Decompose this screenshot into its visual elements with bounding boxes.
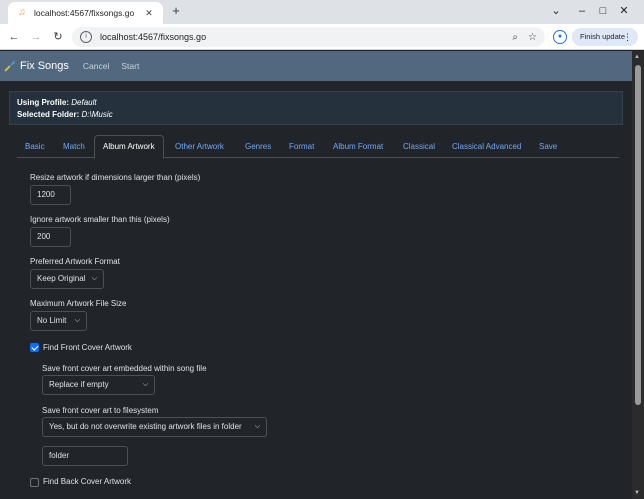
embed-select-value: Replace if empty [49,380,109,389]
folder-line: Selected Folder: D:\Music [17,109,615,121]
filesystem-select-value: Yes, but do not overwrite existing artwo… [49,422,242,431]
brand-name: Fix Songs [20,60,69,72]
selection-info: Using Profile: Default Selected Folder: … [9,91,623,125]
browser-tab-strip: ♫ localhost:4567/fixsongs.go ✕ + ⌄ – □ ✕ [0,0,644,24]
chevron-down-icon: ⌵ [91,275,97,282]
tab-classical[interactable]: Classical [403,135,435,158]
site-info-icon[interactable]: i [80,31,92,43]
scroll-down-icon[interactable]: ▼ [634,490,640,496]
filename-input[interactable]: folder [42,446,128,466]
profile-avatar-icon[interactable]: ● [553,30,567,44]
address-bar[interactable]: i localhost:4567/fixsongs.go ⌕ ☆ [72,27,545,47]
format-select-value: Keep Original [37,274,86,283]
maxsize-select[interactable]: No Limit ⌵ [30,311,87,331]
finish-update-button[interactable]: Finish update ⋮ [572,28,638,46]
tab-match[interactable]: Match [63,135,85,158]
chevron-down-icon: ⌵ [142,381,148,388]
find-back-checkbox[interactable] [30,478,39,487]
tab-save[interactable]: Save [539,135,557,158]
format-label: Preferred Artwork Format [30,257,120,266]
brand[interactable]: Fix Songs [4,60,69,72]
browser-tab-title: localhost:4567/fixsongs.go [34,8,135,18]
browser-tab[interactable]: ♫ localhost:4567/fixsongs.go ✕ [8,2,163,24]
nav-start-link[interactable]: Start [121,61,139,71]
close-window-icon[interactable]: ✕ [614,4,634,18]
address-url[interactable]: localhost:4567/fixsongs.go [100,32,502,42]
scrollbar-thumb[interactable] [635,65,641,405]
tab-album-artwork[interactable]: Album Artwork [94,135,164,159]
minimize-icon[interactable]: – [572,4,592,18]
tab-other-artwork[interactable]: Other Artwork [175,135,224,158]
music-note-icon: ♫ [18,7,26,18]
embed-select[interactable]: Replace if empty ⌵ [42,375,155,395]
browser-toolbar: ← → ↻ i localhost:4567/fixsongs.go ⌕ ☆ ●… [0,24,644,50]
find-front-label[interactable]: Find Front Cover Artwork [43,343,132,352]
tab-search-icon[interactable]: ⌄ [546,4,566,18]
find-front-checkbox[interactable] [30,343,39,352]
settings-tabs: Basic Match Album Artwork Other Artwork … [17,135,619,159]
chevron-down-icon: ⌵ [254,423,260,430]
maxsize-select-value: No Limit [37,316,67,325]
forward-icon[interactable]: → [28,29,44,45]
maxsize-label: Maximum Artwork File Size [30,299,127,308]
tab-genres[interactable]: Genres [245,135,271,158]
bookmark-star-icon[interactable]: ☆ [528,32,537,43]
embed-label: Save front cover art embedded within son… [42,364,207,373]
tab-album-format[interactable]: Album Format [333,135,383,158]
app-navbar: Fix Songs Cancel Start [0,51,632,81]
nav-cancel-link[interactable]: Cancel [83,61,109,71]
maximize-icon[interactable]: □ [593,4,613,18]
filesystem-select[interactable]: Yes, but do not overwrite existing artwo… [42,417,267,437]
tab-format[interactable]: Format [289,135,314,158]
ignore-label: Ignore artwork smaller than this (pixels… [30,215,170,224]
page-scrollbar[interactable]: ▲ ▼ [632,51,644,499]
find-back-label[interactable]: Find Back Cover Artwork [43,477,131,486]
folder-label: Selected Folder: [17,110,80,119]
resize-input[interactable]: 1200 [30,185,71,205]
chevron-down-icon: ⌵ [74,317,80,324]
reload-icon[interactable]: ↻ [50,29,66,45]
profile-value: Default [71,98,97,107]
format-select[interactable]: Keep Original ⌵ [30,269,104,289]
zoom-icon[interactable]: ⌕ [512,32,518,43]
close-tab-icon[interactable]: ✕ [143,8,155,19]
profile-label: Using Profile: [17,98,70,107]
profile-line: Using Profile: Default [17,97,615,109]
page-content: Fix Songs Cancel Start Using Profile: De… [0,51,632,499]
tab-basic[interactable]: Basic [25,135,45,158]
back-icon[interactable]: ← [6,29,22,45]
brand-logo-icon [4,61,15,72]
ignore-input[interactable]: 200 [30,227,71,247]
more-menu-icon[interactable]: ⋮ [623,28,632,46]
new-tab-icon[interactable]: + [169,4,183,18]
filesystem-label: Save front cover art to filesystem [42,406,159,415]
resize-label: Resize artwork if dimensions larger than… [30,173,201,182]
folder-value: D:\Music [81,110,113,119]
finish-update-label: Finish update [580,32,626,41]
scroll-up-icon[interactable]: ▲ [634,54,640,60]
tab-classical-advanced[interactable]: Classical Advanced [452,135,521,158]
